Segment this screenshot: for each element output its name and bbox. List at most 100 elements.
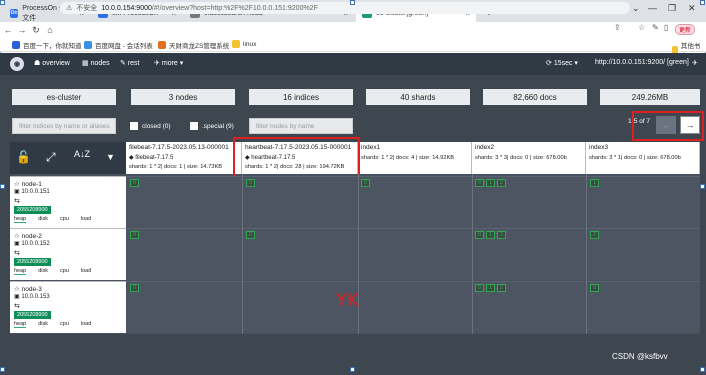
bookmark-baidu[interactable]: 百度一下，你就知道 [12, 40, 82, 50]
closed-checkbox[interactable]: closed (0) [130, 122, 171, 130]
shard-box[interactable]: 0 [130, 284, 139, 292]
index-meta: shards: 1 * 2| docs: 4 | size: 14.92KB [361, 155, 455, 161]
nav-more[interactable]: ✈ more ▾ [154, 59, 183, 67]
stat-docs: 82,660 docs [483, 89, 587, 105]
stat-size: 249.26MB [600, 89, 700, 105]
special-label: .special (9) [202, 122, 234, 130]
node-cell-node-1[interactable]: ☆ node-1 ▣ 10.0.0.151 ⇆ 2055208900 heap d… [10, 176, 126, 228]
home-icon[interactable]: ⌂ [44, 25, 56, 35]
shard-box[interactable]: 2 [497, 284, 506, 292]
node-ip-label: 10.0.0.151 [21, 189, 50, 195]
reload-icon[interactable]: ↻ [30, 25, 42, 36]
column-divider [242, 174, 243, 334]
nav-rest-label: rest [127, 60, 140, 67]
selection-handle [0, 184, 5, 189]
shard-box[interactable]: 0 [475, 231, 484, 239]
node-cell-node-3[interactable]: ☆ node-3 ▣ 10.0.0.153 ⇆ 2055208900 heap d… [10, 281, 126, 333]
shard-box[interactable]: 0 [130, 231, 139, 239]
shard-box[interactable]: 0 [130, 179, 139, 187]
shard-box[interactable]: 2 [497, 231, 506, 239]
node-id-badge: 2055208900 [14, 206, 51, 214]
sidebar-icon[interactable]: ▯ [664, 23, 668, 32]
star-icon[interactable]: ☆ [638, 23, 645, 32]
node-name: ☆ node-1 [14, 181, 42, 188]
insecure-label: 不安全 [76, 5, 98, 12]
selection-handle [350, 367, 355, 372]
refresh-dropdown[interactable]: ⟳ 15sec ▾ [546, 59, 578, 67]
metric-cpu[interactable]: cpu [60, 216, 69, 223]
metric-disk[interactable]: disk [38, 216, 48, 223]
window-close-icon[interactable]: ✕ [688, 3, 696, 14]
url-input[interactable]: ⚠ 不安全 10.0.0.154:9000/#!/overview?host=h… [60, 2, 630, 14]
selection-handle [700, 0, 705, 5]
nav-more-label: more ▾ [161, 60, 184, 67]
metric-load[interactable]: load [81, 268, 91, 275]
shard-box[interactable]: 1 [486, 179, 495, 187]
node-ip: ▣ 10.0.0.151 [14, 189, 50, 195]
elasticsearch-logo-icon: ◉ [10, 57, 24, 71]
stat-indices: 16 indices [249, 89, 353, 105]
nav-overview[interactable]: ☗ overview [34, 59, 70, 67]
nav-nodes[interactable]: ▦ nodes [82, 59, 110, 67]
shard-box[interactable]: 0 [246, 231, 255, 239]
metric-cpu[interactable]: cpu [60, 268, 69, 275]
cluster-url[interactable]: http://10.0.0.151:9200/ [green] [595, 59, 689, 66]
minimize-icon[interactable]: — [648, 3, 657, 13]
metric-load[interactable]: load [81, 321, 91, 328]
sort-az-icon[interactable]: A↓Z [74, 149, 90, 159]
index-header[interactable]: index2 shards: 3 * 3| docs: 0 | size: 67… [472, 142, 586, 174]
index-header[interactable]: index1 shards: 1 * 2| docs: 4 | size: 14… [358, 142, 472, 174]
annotation-box-heartbeat [233, 137, 360, 180]
node-id-badge: 2055208900 [14, 311, 51, 319]
nav-nodes-label: nodes [90, 60, 110, 67]
expand-icon[interactable]: ⤢ [46, 150, 56, 165]
bookmark-zs[interactable]: 天财商龙ZS管理系统 [158, 40, 229, 50]
bookmark-linux[interactable]: linux [232, 40, 256, 48]
checkbox-box[interactable] [130, 122, 138, 130]
metric-heap[interactable]: heap [14, 216, 27, 223]
update-button[interactable]: 更新 [675, 24, 696, 35]
back-icon[interactable]: ← [2, 25, 14, 35]
shard-box[interactable]: 1 [590, 179, 599, 187]
checkbox-box[interactable] [190, 122, 198, 130]
settings-icon[interactable]: ✈ [692, 59, 698, 67]
metric-cpu[interactable]: cpu [60, 321, 69, 328]
forward-icon[interactable]: → [16, 25, 28, 35]
shard-box[interactable]: 0 [361, 179, 370, 187]
address-bar: ← → ↻ ⌂ [0, 22, 706, 38]
node-metrics: heap disk cpu load [14, 216, 122, 223]
shard-box[interactable]: 0 [246, 179, 255, 187]
shard-box[interactable]: 1 [486, 231, 495, 239]
node-metrics: heap disk cpu load [14, 321, 122, 328]
nav-rest[interactable]: ✎ rest [120, 59, 139, 67]
metric-disk[interactable]: disk [38, 321, 48, 328]
selection-handle [700, 184, 705, 189]
alias-label: filebeat-7.17.5 [135, 155, 174, 161]
index-filter-input[interactable]: filter indices by name or aliases [12, 118, 116, 134]
node-filter-input[interactable]: filter nodes by name [249, 118, 353, 134]
shard-box[interactable]: 2 [590, 231, 599, 239]
eshead-navbar: ◉ ☗ overview ▦ nodes ✎ rest ✈ more ▾ ⟳ 1… [0, 53, 706, 75]
node-role-icon: ⇆ [14, 198, 20, 205]
metric-load[interactable]: load [81, 216, 91, 223]
share-icon[interactable]: ⇪ [614, 23, 621, 32]
cloud-icon [84, 41, 92, 49]
chevron-down-icon[interactable]: ▼ [106, 152, 115, 162]
index-header[interactable]: filebeat-7.17.5-2023.05.13-000001 ◆ file… [126, 142, 242, 174]
special-checkbox[interactable]: .special (9) [190, 122, 234, 130]
node-cell-node-2[interactable]: ☆ node-2 ▣ 10.0.0.152 ⇆ 2055208900 heap d… [10, 228, 126, 280]
extensions-icon[interactable]: ✎ [652, 23, 659, 32]
shard-box[interactable]: 1 [486, 284, 495, 292]
shard-box[interactable]: 0 [475, 284, 484, 292]
metric-heap[interactable]: heap [14, 268, 27, 275]
shard-box[interactable]: 0 [590, 284, 599, 292]
metric-heap[interactable]: heap [14, 321, 27, 328]
shard-box[interactable]: 0 [475, 179, 484, 187]
metric-disk[interactable]: disk [38, 268, 48, 275]
tab-search-icon[interactable]: ⌄ [632, 3, 640, 14]
restore-icon[interactable]: ❐ [668, 3, 676, 14]
bookmark-baidu-pan[interactable]: 百度网盘 - 会话列表 [84, 40, 153, 50]
lock-icon[interactable]: 🔓 [16, 150, 31, 164]
shard-box[interactable]: 2 [497, 179, 506, 187]
index-header[interactable]: index3 shards: 3 * 1| docs: 0 | size: 67… [586, 142, 700, 174]
